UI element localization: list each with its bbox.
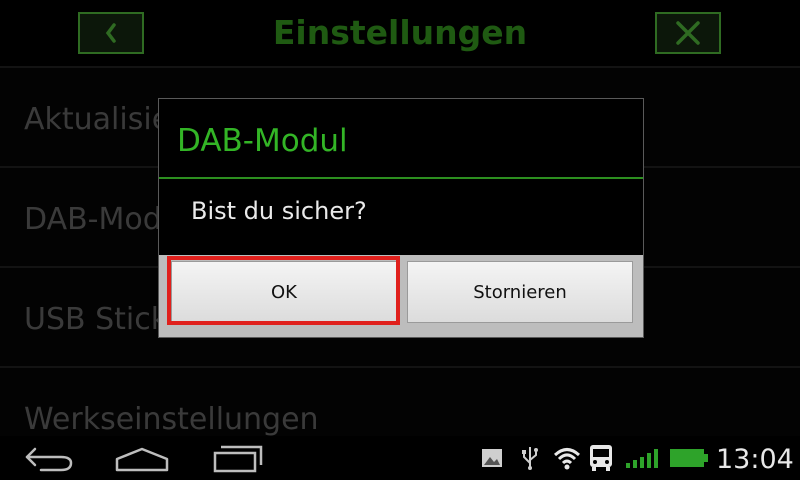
confirm-dialog: DAB-Modul Bist du sicher? OK Stornieren bbox=[158, 98, 644, 338]
chevron-left-icon bbox=[105, 23, 116, 43]
back-button[interactable] bbox=[78, 12, 144, 54]
home-icon bbox=[115, 447, 169, 472]
signal-icon bbox=[624, 436, 662, 480]
system-bar bbox=[0, 436, 800, 480]
title-bar: Einstellungen bbox=[0, 0, 800, 66]
nav-back-button[interactable] bbox=[20, 436, 76, 480]
usb-icon bbox=[518, 436, 542, 480]
ok-button[interactable]: OK bbox=[171, 261, 397, 323]
status-clock: 13:04 bbox=[716, 444, 794, 475]
cancel-button[interactable]: Stornieren bbox=[407, 261, 633, 323]
wifi-icon bbox=[552, 436, 582, 480]
back-arrow-icon bbox=[25, 447, 73, 472]
close-button[interactable] bbox=[655, 12, 721, 54]
close-icon bbox=[676, 21, 700, 45]
nav-home-button[interactable] bbox=[112, 436, 172, 480]
recent-apps-icon bbox=[213, 445, 263, 473]
dialog-title: DAB-Modul bbox=[177, 123, 348, 159]
dialog-message: Bist du sicher? bbox=[191, 197, 367, 225]
image-icon bbox=[480, 436, 504, 480]
dialog-divider bbox=[159, 177, 643, 179]
bus-icon bbox=[586, 436, 616, 480]
page-title: Einstellungen bbox=[272, 13, 528, 52]
dialog-button-bar: OK Stornieren bbox=[159, 255, 643, 337]
nav-recents-button[interactable] bbox=[208, 436, 266, 480]
battery-icon bbox=[668, 436, 710, 480]
